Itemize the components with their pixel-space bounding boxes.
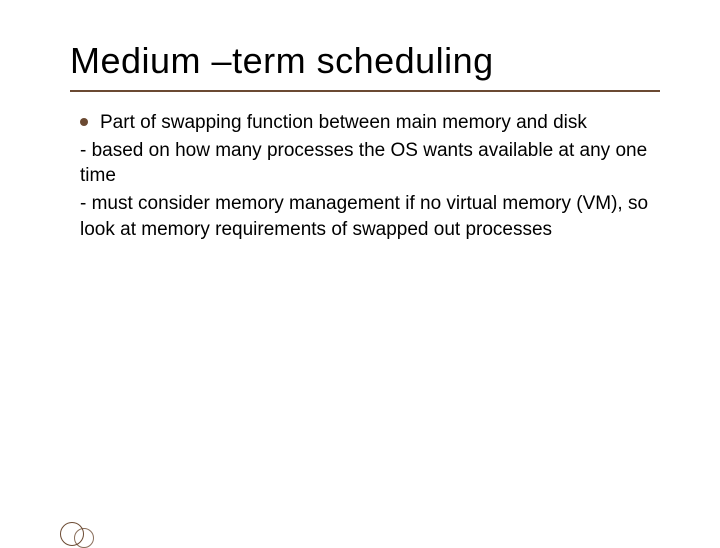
title-underline bbox=[70, 90, 660, 92]
bullet-text: Part of swapping function between main m… bbox=[100, 112, 587, 133]
bullet-icon bbox=[80, 118, 88, 126]
slide-body: Part of swapping function between main m… bbox=[70, 110, 660, 242]
slide-container: Medium –term scheduling Part of swapping… bbox=[0, 0, 720, 540]
slide-title: Medium –term scheduling bbox=[70, 40, 660, 82]
title-block: Medium –term scheduling bbox=[70, 40, 660, 92]
ring-icon bbox=[74, 528, 94, 548]
dash-item-1: - based on how many processes the OS wan… bbox=[80, 138, 660, 189]
dash-item-2: - must consider memory management if no … bbox=[80, 191, 660, 242]
bullet-item: Part of swapping function between main m… bbox=[80, 110, 660, 136]
